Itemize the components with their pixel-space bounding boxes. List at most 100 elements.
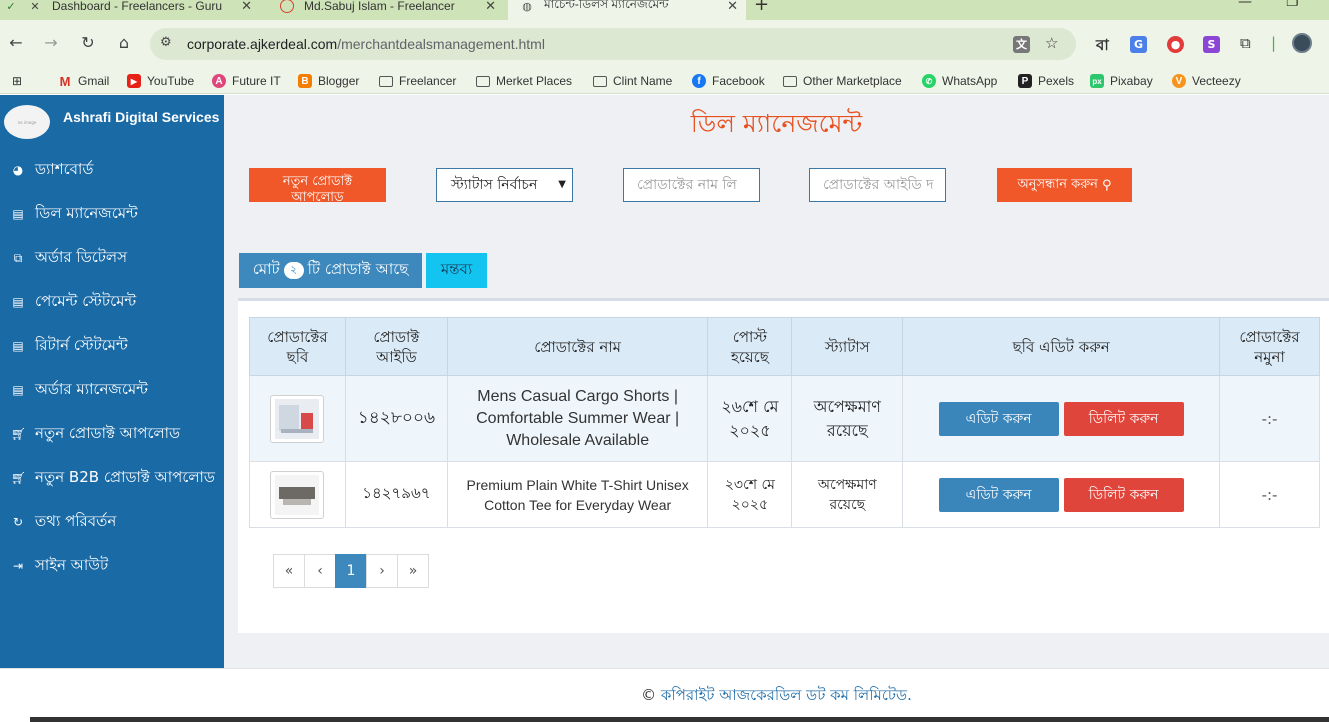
sidebar-item-deal-management[interactable]: ▤ ডিল ম্যানেজমেন্ট xyxy=(11,203,138,225)
sidebar-item-return-statement[interactable]: ▤ রিটার্ন স্টেটমেন্ট xyxy=(11,335,128,357)
pagination-next[interactable]: › xyxy=(366,554,398,588)
edit-button[interactable]: এডিট করুন xyxy=(938,401,1059,436)
vecteezy-icon: V xyxy=(1172,74,1186,88)
search-button[interactable]: অনুসন্ধান করুন ⚲ xyxy=(997,168,1132,202)
dashboard-icon: ◕ xyxy=(12,163,24,177)
bookmark-star-icon[interactable]: ☆ xyxy=(1045,34,1058,52)
brand-name: Ashrafi Digital Services xyxy=(63,109,220,125)
sidebar-item-label: অর্ডার ম্যানেজমেন্ট xyxy=(35,379,148,398)
new-tab-icon[interactable]: + xyxy=(754,0,769,15)
back-icon[interactable]: ← xyxy=(6,33,26,52)
reload-icon[interactable]: ↻ xyxy=(78,33,98,52)
minimize-icon[interactable]: — xyxy=(1238,0,1252,10)
toolbar-divider: | xyxy=(1271,34,1277,52)
pagination-prev[interactable]: ‹ xyxy=(304,554,336,588)
close-icon[interactable]: ✕ xyxy=(727,0,738,14)
bookmark-pexels[interactable]: P Pexels xyxy=(1018,74,1074,88)
sidebar-item-sign-out[interactable]: ⇥ সাইন আউট xyxy=(11,555,108,577)
tab-guru[interactable]: ✓ ✕ Dashboard - Freelancers - Guru ✕ xyxy=(0,0,260,20)
bookmark-label: WhatsApp xyxy=(942,74,998,88)
header-edit-image: ছবি এডিট করুন xyxy=(902,317,1221,376)
language-badge[interactable]: বা xyxy=(1096,34,1109,59)
cargo-shorts-image xyxy=(275,398,320,439)
bookmark-youtube[interactable]: ▶ YouTube xyxy=(127,74,194,88)
bookmark-freelancer[interactable]: Freelancer xyxy=(379,74,456,88)
bookmark-other-marketplace[interactable]: Other Marketplace xyxy=(783,74,902,88)
google-translate-ext-icon[interactable]: G xyxy=(1130,34,1147,53)
bookmark-pixabay[interactable]: px Pixabay xyxy=(1090,74,1153,88)
site-info-icon[interactable]: ⚙ xyxy=(160,35,172,50)
pagination-current[interactable]: 1 xyxy=(335,554,367,588)
product-thumbnail[interactable] xyxy=(270,470,325,519)
product-thumbnail[interactable] xyxy=(270,394,325,443)
refresh-icon: ↻ xyxy=(12,515,24,529)
sidebar-item-payment-statement[interactable]: ▤ পেমেন্ট স্টেটমেন্ট xyxy=(11,291,136,313)
bookmark-gmail[interactable]: M Gmail xyxy=(58,73,110,89)
bookmark-merket-places[interactable]: Merket Places xyxy=(476,74,572,88)
apps-grid-icon[interactable]: ⊞ xyxy=(12,74,22,88)
sign-out-icon: ⇥ xyxy=(12,559,24,573)
forward-icon[interactable]: → xyxy=(41,33,61,52)
sidebar-item-order-details[interactable]: ⧉ অর্ডার ডিটেলস xyxy=(11,247,127,269)
maximize-icon[interactable]: ❐ xyxy=(1286,0,1299,10)
product-id-placeholder: প্রোডাক্টের আইডি দ xyxy=(823,177,934,193)
sidebar-item-dashboard[interactable]: ◕ ড্যাশবোর্ড xyxy=(11,159,94,181)
bookmark-whatsapp[interactable]: ✆ WhatsApp xyxy=(922,74,997,88)
extensions-icon[interactable]: ⧉ xyxy=(1240,34,1251,52)
tab-label: মার্চেন্ট-ডিলস ম্যানেজমেন্ট xyxy=(544,0,669,11)
bookmark-facebook[interactable]: f Facebook xyxy=(692,74,765,88)
bookmark-label: Pixabay xyxy=(1110,74,1153,88)
tab-freelancer[interactable]: Md.Sabuj Islam - Freelancer ✕ xyxy=(268,0,504,20)
bookmark-future-it[interactable]: A Future IT xyxy=(212,74,281,88)
gmail-icon: M xyxy=(59,73,71,89)
footer-link[interactable]: কপিরাইট আজকেরডিল ডট কম লিমিটেড. xyxy=(661,686,912,704)
product-image-cell xyxy=(249,375,346,462)
bookmark-blogger[interactable]: B Blogger xyxy=(298,74,359,88)
translate-icon[interactable]: 文 xyxy=(1013,34,1030,53)
sidebar-item-label: রিটার্ন স্টেটমেন্ট xyxy=(35,335,128,354)
product-name-input[interactable]: প্রোডাক্টের নাম লি xyxy=(623,168,760,202)
close-icon[interactable]: ✕ xyxy=(241,0,252,14)
search-icon: ⚲ xyxy=(1101,177,1112,193)
facebook-icon: f xyxy=(692,74,706,88)
horizontal-scrollbar[interactable] xyxy=(30,717,1329,722)
product-id-input[interactable]: প্রোডাক্টের আইডি দ xyxy=(809,168,946,202)
bookmark-clint-name[interactable]: Clint Name xyxy=(593,74,672,88)
status-badge: অপেক্ষমাণ রয়েছে xyxy=(791,375,904,462)
document-icon: ▤ xyxy=(12,339,24,353)
sidebar-item-change-info[interactable]: ↻ তথ্য পরিবর্তন xyxy=(11,511,116,533)
new-product-upload-button[interactable]: নতুন প্রোডাক্ট আপলোড xyxy=(249,168,386,202)
pokeball-ext-icon[interactable]: ● xyxy=(1167,34,1184,53)
s-ext-icon[interactable]: S xyxy=(1203,34,1220,53)
bookmark-label: Future IT xyxy=(232,74,281,88)
total-products-button[interactable]: মোট ২ টি প্রোডাক্ট আছে xyxy=(239,253,422,288)
sidebar-item-order-management[interactable]: ▤ অর্ডার ম্যানেজমেন্ট xyxy=(11,379,148,401)
bookmark-label: Other Marketplace xyxy=(803,74,902,88)
table-row: ১৪২৭৯৬৭ Premium Plain White T-Shirt Unis… xyxy=(249,461,1320,528)
product-id: ১৪২৭৯৬৭ xyxy=(344,461,448,528)
home-icon[interactable]: ⌂ xyxy=(114,33,134,52)
profile-avatar[interactable] xyxy=(1292,33,1312,53)
pagination-last[interactable]: » xyxy=(397,554,429,588)
bookmark-vecteezy[interactable]: V Vecteezy xyxy=(1172,74,1241,88)
pagination-first[interactable]: « xyxy=(273,554,305,588)
sidebar-item-new-b2b-upload[interactable]: 🛒︎ নতুন B2B প্রোডাক্ট আপলোড xyxy=(11,467,215,489)
delete-button[interactable]: ডিলিট করুন xyxy=(1063,477,1184,512)
delete-button[interactable]: ডিলিট করুন xyxy=(1063,401,1184,436)
close-icon[interactable]: ✕ xyxy=(485,0,496,14)
total-suffix: টি প্রোডাক্ট আছে xyxy=(307,260,409,278)
header-posted: পোস্ট হয়েছে xyxy=(707,317,793,376)
status-select[interactable]: স্ট্যাটাস নির্বাচন ▼ xyxy=(436,168,573,202)
header-product-id: প্রোডাক্ট আইডি xyxy=(344,317,448,376)
sidebar-item-new-product-upload[interactable]: 🛒︎ নতুন প্রোডাক্ট আপলোড xyxy=(11,423,180,445)
tab-merchant-deals[interactable]: ◍ মার্চেন্ট-ডিলস ম্যানেজমেন্ট ✕ xyxy=(508,0,746,20)
document-icon: ▤ xyxy=(12,207,24,221)
copy-icon: ⧉ xyxy=(13,250,23,265)
url-text[interactable]: corporate.ajkerdeal.com/merchantdealsman… xyxy=(187,36,545,52)
table-header-row: প্রোডাক্টের ছবি প্রোডাক্ট আইডি প্রোডাক্ট… xyxy=(249,317,1320,376)
header-product-sample: প্রোডাক্টের নমুনা xyxy=(1219,317,1320,376)
future-it-icon: A xyxy=(212,74,226,88)
comment-button[interactable]: মন্তব্য xyxy=(426,253,487,288)
edit-button[interactable]: এডিট করুন xyxy=(938,477,1059,512)
bookmark-label: Pexels xyxy=(1038,74,1075,88)
